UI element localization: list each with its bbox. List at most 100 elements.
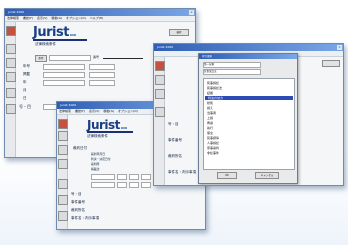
row-field-1b[interactable] (89, 72, 115, 78)
date-field-2[interactable] (117, 174, 127, 180)
left-toolbar (154, 57, 165, 185)
tree-item-14[interactable]: 非訟事件 (207, 151, 219, 155)
tree-item-7[interactable]: 上訴 (207, 116, 213, 120)
menu-item-2[interactable]: 表示(V) (37, 16, 47, 20)
section-issue: 号・目 (168, 122, 179, 126)
section-case-number: 事件番号 (71, 200, 85, 204)
title-bar: Jurist 2000 × (154, 44, 343, 51)
toolbar-button-5[interactable] (58, 179, 68, 189)
row-field-2b[interactable] (89, 80, 115, 86)
toolbar-button-6[interactable] (6, 104, 16, 114)
row-field-0b[interactable] (89, 64, 115, 70)
section-case-name: 事件名・判示事項 (168, 170, 196, 174)
tree-item-selected[interactable]: 判決の効力 (205, 96, 293, 100)
section-issue: 号・目 (19, 104, 31, 109)
toolbar-button-1[interactable] (58, 119, 68, 129)
tree-item-13[interactable]: 家事審判 (207, 146, 219, 150)
jurist-logo: JuristDVD (87, 118, 127, 132)
search-heading: 法律検索条件 (87, 134, 108, 138)
ok-button[interactable]: OK (217, 172, 237, 179)
menu-item-5[interactable]: ヘルプ(H) (90, 16, 104, 20)
menu-item-1[interactable]: 書誌(F) (75, 109, 85, 113)
left-toolbar (5, 22, 16, 157)
toolbar-button-3[interactable] (155, 89, 165, 99)
section-case-number: 事件番号 (168, 138, 182, 142)
toolbar-button-4[interactable] (6, 72, 16, 82)
menu-item-4[interactable]: オプション(O) (118, 109, 138, 113)
menu-item-3[interactable]: 移動(G) (103, 109, 114, 113)
section-court: 裁判所名 (71, 208, 85, 212)
window-title: Jurist 2000 (8, 10, 25, 14)
toolbar-button-6[interactable] (58, 195, 68, 205)
toolbar-button-1[interactable] (6, 26, 16, 36)
menu-item-4[interactable]: オプション(O) (66, 16, 86, 20)
section-issue: 号・目 (71, 192, 82, 196)
toolbar-button-1[interactable] (155, 61, 165, 71)
tree-item-6[interactable]: 当事者 (207, 111, 216, 115)
date-field-8[interactable] (141, 182, 151, 188)
date-field-7[interactable] (129, 182, 139, 188)
section-case-name: 事件名・判示事項 (71, 216, 99, 220)
index-tree[interactable]: 民事訴訟 民事訴訟法 証拠 判決の効力 総則 訴え 当事者 上訴 再審 執行 保… (203, 78, 295, 170)
date-label: 裁判日付 (73, 146, 87, 150)
tree-item-11[interactable]: 民事調停 (207, 136, 219, 140)
tree-item-12[interactable]: 人事訴訟 (207, 141, 219, 145)
category-field-1[interactable]: 第一分類 (203, 62, 261, 68)
date-field-3[interactable] (129, 174, 139, 180)
logo-underline (33, 39, 87, 41)
menu-item-0[interactable]: 法律検索 (59, 109, 71, 113)
toolbar-button-5[interactable] (6, 88, 16, 98)
row-field-1a[interactable] (43, 72, 85, 78)
tree-item-4[interactable]: 総則 (207, 101, 213, 105)
left-toolbar (57, 115, 68, 229)
date-field-1[interactable] (91, 174, 115, 180)
toolbar-button-3[interactable] (58, 145, 68, 155)
condition-button[interactable]: 条件 (35, 55, 47, 62)
option-3[interactable]: 掲載誌 (91, 167, 99, 171)
menu-item-1[interactable]: 書誌(F) (23, 16, 33, 20)
row-label-1: 掲載 (23, 72, 30, 76)
option-0[interactable]: 裁判年月日 (91, 152, 105, 156)
search-button[interactable]: 検索 (169, 29, 189, 36)
section-court: 裁判所名 (168, 154, 182, 158)
toolbar-button-3[interactable] (6, 58, 16, 68)
menu-bar: 法律検索 書誌(F) 表示(V) 移動(G) オプション(O) ヘルプ(H) (5, 16, 195, 22)
title-bar: Jurist 2000 × (5, 9, 195, 16)
window-title: Jurist 2000 (157, 45, 174, 49)
dialog-title: 索引選択 (202, 55, 213, 58)
toolbar-button-4[interactable] (58, 159, 68, 169)
side-button[interactable] (322, 60, 340, 67)
category-field-2[interactable]: 民事訴訟法 (203, 69, 261, 75)
toolbar-button-2[interactable] (6, 44, 16, 54)
date-field-4[interactable] (141, 174, 151, 180)
close-icon[interactable]: × (337, 45, 342, 50)
toolbar-button-7[interactable] (58, 211, 68, 221)
tree-item-0[interactable]: 民事訴訟 (207, 81, 219, 85)
date-field-6[interactable] (117, 182, 127, 188)
tree-item-10[interactable]: 保全 (207, 131, 213, 135)
toolbar-button-2[interactable] (155, 75, 165, 85)
condition-field[interactable] (49, 55, 91, 61)
number-line (103, 58, 143, 59)
menu-item-2[interactable]: 表示(V) (89, 109, 99, 113)
close-icon[interactable]: × (189, 10, 194, 15)
date-field-5[interactable] (91, 182, 115, 188)
row-field-0a[interactable] (43, 64, 85, 70)
row-label-2: 年 (23, 80, 27, 84)
tree-item-9[interactable]: 執行 (207, 126, 213, 130)
cancel-button[interactable]: キャンセル (255, 172, 279, 179)
menu-item-3[interactable]: 移動(G) (51, 16, 62, 20)
toolbar-button-4[interactable] (155, 107, 165, 117)
index-dialog: 索引選択 第一分類 民事訴訟法 民事訴訟 民事訴訟法 証拠 判決の効力 総則 訴… (198, 53, 298, 184)
window-title: Jurist 2000 (60, 103, 77, 107)
menu-item-0[interactable]: 法律検索 (7, 16, 19, 20)
tree-item-1[interactable]: 民事訴訟法 (207, 86, 222, 90)
tree-item-5[interactable]: 訴え (207, 106, 213, 110)
option-2[interactable]: 裁判所 (91, 162, 99, 166)
row-field-2a[interactable] (43, 80, 85, 86)
toolbar-button-2[interactable] (58, 131, 68, 141)
tree-item-2[interactable]: 証拠 (207, 91, 213, 95)
logo-underline (87, 131, 133, 133)
option-1[interactable]: 判決・決定日付 (91, 157, 111, 161)
tree-item-8[interactable]: 再審 (207, 121, 213, 125)
